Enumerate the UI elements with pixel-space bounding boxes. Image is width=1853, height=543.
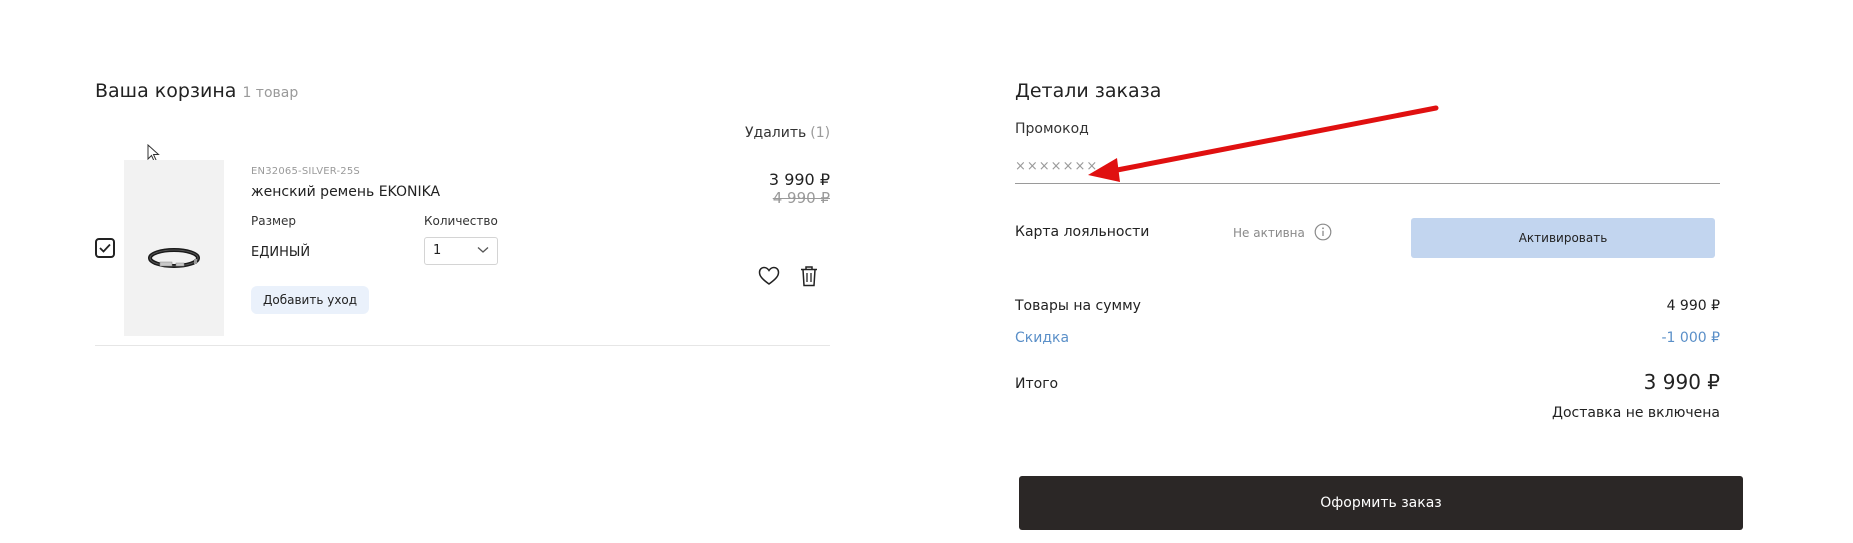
price-current: 3 990 ₽ <box>768 170 830 189</box>
quantity-label: Количество <box>424 214 498 228</box>
delete-selected-label: Удалить <box>745 125 807 141</box>
cart-title: Ваша корзина 1 товар <box>95 80 298 102</box>
discount-value: -1 000 ₽ <box>1661 330 1721 346</box>
checkout-label: Оформить заказ <box>1320 495 1442 511</box>
discount-label: Скидка <box>1015 330 1070 346</box>
quantity-value: 1 <box>433 243 442 258</box>
cart-divider <box>95 345 830 346</box>
order-details-title: Детали заказа <box>1015 80 1162 102</box>
quantity-select[interactable]: 1 <box>424 237 498 265</box>
activate-loyalty-label: Активировать <box>1518 231 1608 245</box>
trash-icon[interactable] <box>800 265 818 291</box>
heart-icon[interactable] <box>758 266 780 290</box>
chevron-down-icon <box>477 247 489 253</box>
price-old: 4 990 ₽ <box>772 189 830 207</box>
goods-total-label: Товары на сумму <box>1015 298 1141 314</box>
loyalty-card-label: Карта лояльности <box>1015 224 1150 240</box>
goods-total-value: 4 990 ₽ <box>1666 298 1720 314</box>
total-value: 3 990 ₽ <box>1643 370 1720 394</box>
info-icon[interactable] <box>1314 223 1332 245</box>
cart-item-count: 1 товар <box>242 85 299 101</box>
product-sku: EN32065-SILVER-25S <box>251 166 360 177</box>
total-label: Итого <box>1015 376 1059 392</box>
delete-selected-count: (1) <box>810 125 831 141</box>
delete-selected-button[interactable]: Удалить (1) <box>745 125 830 141</box>
cart-title-text: Ваша корзина <box>95 80 237 102</box>
size-value: ЕДИНЫЙ <box>251 245 311 260</box>
loyalty-status: Не активна <box>1233 226 1305 240</box>
red-arrow-icon <box>1080 100 1450 194</box>
activate-loyalty-button[interactable]: Активировать <box>1411 218 1715 258</box>
product-image[interactable] <box>124 160 224 336</box>
size-label: Размер <box>251 214 297 228</box>
product-name-link[interactable]: женский ремень EKONIKA <box>251 184 440 200</box>
check-icon <box>99 243 111 253</box>
checkout-button[interactable]: Оформить заказ <box>1019 476 1743 530</box>
add-care-button[interactable]: Добавить уход <box>251 286 370 314</box>
promo-code-label: Промокод <box>1015 121 1089 137</box>
delivery-note: Доставка не включена <box>1552 405 1720 421</box>
item-select-checkbox[interactable] <box>95 238 115 258</box>
belt-image <box>148 248 200 268</box>
